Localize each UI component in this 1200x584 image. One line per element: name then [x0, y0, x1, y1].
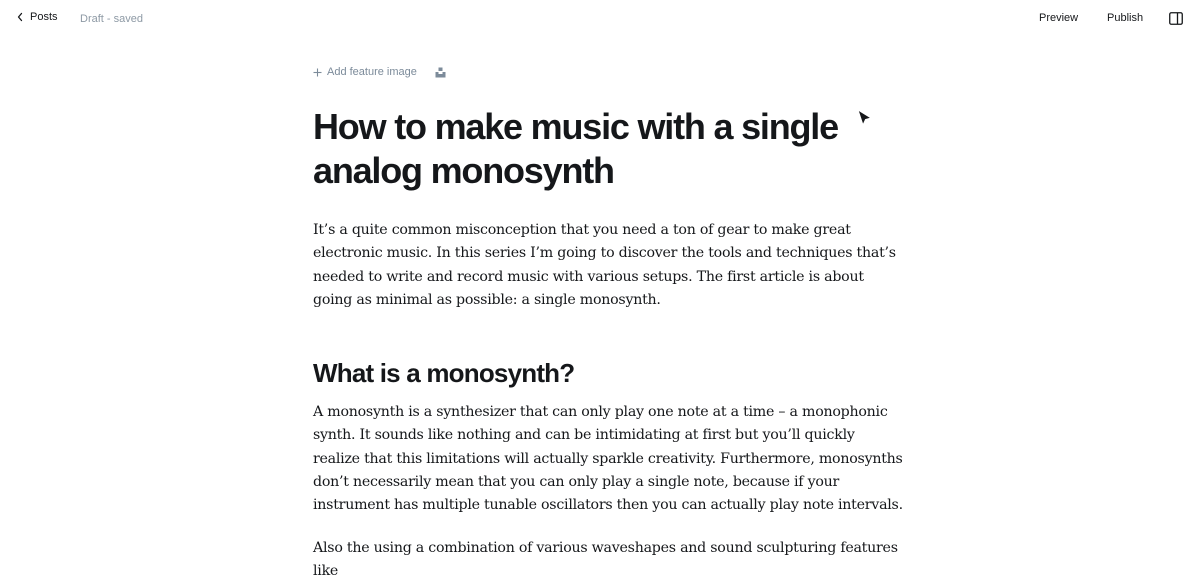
back-link-label: Posts: [30, 11, 58, 23]
publish-button[interactable]: Publish: [1107, 12, 1143, 24]
sidebar-toggle-icon[interactable]: [1169, 12, 1183, 25]
post-heading-2[interactable]: What is a monosynth?: [313, 355, 575, 391]
plus-icon: [313, 68, 322, 76]
editor-topbar: Posts Draft - saved Preview Publish: [0, 0, 1200, 38]
unsplash-icon[interactable]: [435, 67, 446, 78]
feature-image-row: Add feature image: [313, 66, 446, 78]
post-title[interactable]: How to make music with a single analog m…: [313, 105, 873, 193]
mouse-cursor-icon: [857, 108, 873, 127]
add-feature-image-button[interactable]: Add feature image: [313, 66, 417, 78]
post-title-line-2: analog monosynth: [313, 150, 615, 191]
preview-button[interactable]: Preview: [1039, 12, 1078, 24]
back-to-posts-link[interactable]: Posts: [16, 11, 58, 23]
post-paragraph-3[interactable]: Also the using a combination of various …: [313, 537, 903, 584]
post-paragraph-1[interactable]: It’s a quite common misconception that y…: [313, 219, 903, 312]
add-feature-image-label: Add feature image: [327, 66, 417, 78]
chevron-left-icon: [17, 12, 23, 22]
post-paragraph-2[interactable]: A monosynth is a synthesizer that can on…: [313, 401, 903, 517]
post-title-line-1: How to make music with a single: [313, 106, 839, 147]
draft-status: Draft - saved: [80, 13, 143, 25]
